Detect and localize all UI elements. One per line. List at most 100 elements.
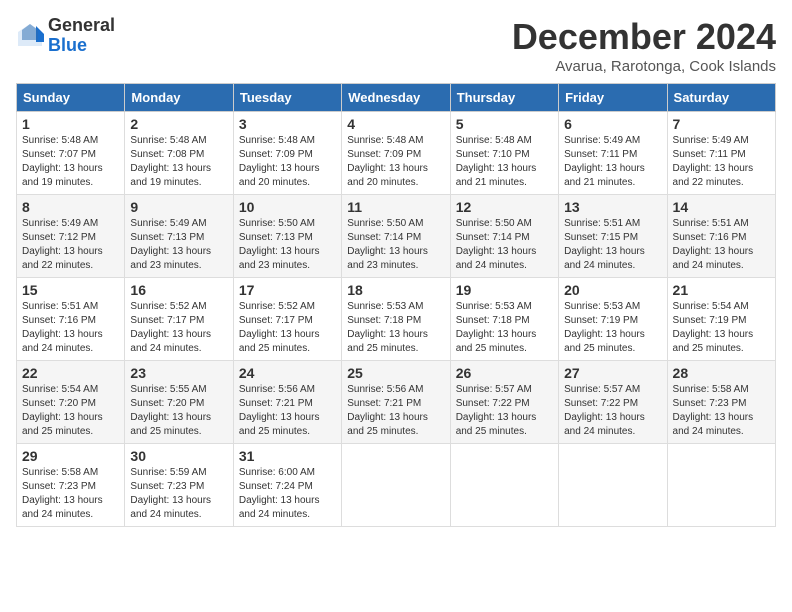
day-number: 3 (239, 116, 336, 132)
day-cell (342, 444, 450, 527)
day-cell: 4Sunrise: 5:48 AM Sunset: 7:09 PM Daylig… (342, 112, 450, 195)
day-info: Sunrise: 5:53 AM Sunset: 7:18 PM Dayligh… (347, 300, 444, 356)
header-cell-friday: Friday (559, 84, 667, 112)
day-cell: 11Sunrise: 5:50 AM Sunset: 7:14 PM Dayli… (342, 195, 450, 278)
day-cell: 29 Sunrise: 5:58 AM Sunset: 7:23 PM Dayli… (17, 444, 125, 527)
day-info: Sunrise: 5:56 AM Sunset: 7:21 PM Dayligh… (347, 383, 444, 439)
logo-text: General Blue (48, 16, 115, 56)
day-cell: 19 Sunrise: 5:53 AM Sunset: 7:18 PM Dayli… (450, 278, 558, 361)
day-cell: 21 Sunrise: 5:54 AM Sunset: 7:19 PM Dayli… (667, 278, 775, 361)
day-number: 22 (22, 365, 119, 381)
day-number: 5 (456, 116, 553, 132)
day-number: 21 (673, 282, 770, 298)
day-cell: 2Sunrise: 5:48 AM Sunset: 7:08 PM Daylig… (125, 112, 233, 195)
logo-icon (16, 22, 44, 50)
day-number: 23 (130, 365, 227, 381)
day-number: 31 (239, 448, 336, 464)
day-number: 18 (347, 282, 444, 298)
day-info: Sunrise: 5:53 AM Sunset: 7:18 PM Dayligh… (456, 300, 553, 356)
day-cell: 10 Sunrise: 5:50 AM Sunset: 7:13 PM Dayli… (233, 195, 341, 278)
header-cell-monday: Monday (125, 84, 233, 112)
location-subtitle: Avarua, Rarotonga, Cook Islands (512, 58, 776, 75)
day-info: Sunrise: 5:54 AM Sunset: 7:19 PM Dayligh… (673, 300, 770, 356)
month-title: December 2024 (512, 16, 776, 58)
day-number: 2 (130, 116, 227, 132)
day-info: Sunrise: 5:49 AM Sunset: 7:11 PM Dayligh… (564, 134, 661, 190)
page-header: General Blue December 2024 Avarua, Rarot… (16, 16, 776, 75)
header-cell-saturday: Saturday (667, 84, 775, 112)
day-cell: 26 Sunrise: 5:57 AM Sunset: 7:22 PM Dayli… (450, 361, 558, 444)
day-cell: 12 Sunrise: 5:50 AM Sunset: 7:14 PM Dayli… (450, 195, 558, 278)
day-cell: 3 Sunrise: 5:48 AM Sunset: 7:09 PM Daylig… (233, 112, 341, 195)
day-number: 25 (347, 365, 444, 381)
day-number: 14 (673, 199, 770, 215)
day-cell: 30Sunrise: 5:59 AM Sunset: 7:23 PM Dayli… (125, 444, 233, 527)
week-row: 1 Sunrise: 5:48 AM Sunset: 7:07 PM Daylig… (17, 112, 776, 195)
day-number: 4 (347, 116, 444, 132)
day-info: Sunrise: 5:49 AM Sunset: 7:11 PM Dayligh… (673, 134, 770, 190)
day-info: Sunrise: 5:48 AM Sunset: 7:09 PM Dayligh… (239, 134, 336, 190)
day-info: Sunrise: 5:51 AM Sunset: 7:15 PM Dayligh… (564, 217, 661, 273)
header-cell-sunday: Sunday (17, 84, 125, 112)
day-cell: 31 Sunrise: 6:00 AM Sunset: 7:24 PM Dayli… (233, 444, 341, 527)
day-cell: 23 Sunrise: 5:55 AM Sunset: 7:20 PM Dayli… (125, 361, 233, 444)
day-cell: 20Sunrise: 5:53 AM Sunset: 7:19 PM Dayli… (559, 278, 667, 361)
day-cell: 5 Sunrise: 5:48 AM Sunset: 7:10 PM Daylig… (450, 112, 558, 195)
day-number: 1 (22, 116, 119, 132)
day-info: Sunrise: 5:58 AM Sunset: 7:23 PM Dayligh… (673, 383, 770, 439)
day-number: 26 (456, 365, 553, 381)
logo-blue: Blue (48, 36, 115, 56)
day-info: Sunrise: 5:57 AM Sunset: 7:22 PM Dayligh… (564, 383, 661, 439)
header-cell-wednesday: Wednesday (342, 84, 450, 112)
day-number: 28 (673, 365, 770, 381)
day-cell: 1 Sunrise: 5:48 AM Sunset: 7:07 PM Daylig… (17, 112, 125, 195)
day-info: Sunrise: 5:58 AM Sunset: 7:23 PM Dayligh… (22, 466, 119, 522)
week-row: 29 Sunrise: 5:58 AM Sunset: 7:23 PM Dayli… (17, 444, 776, 527)
day-number: 13 (564, 199, 661, 215)
day-info: Sunrise: 5:50 AM Sunset: 7:14 PM Dayligh… (456, 217, 553, 273)
day-info: Sunrise: 5:50 AM Sunset: 7:13 PM Dayligh… (239, 217, 336, 273)
day-number: 29 (22, 448, 119, 464)
day-number: 12 (456, 199, 553, 215)
day-info: Sunrise: 5:48 AM Sunset: 7:10 PM Dayligh… (456, 134, 553, 190)
day-number: 15 (22, 282, 119, 298)
day-cell (450, 444, 558, 527)
day-number: 7 (673, 116, 770, 132)
day-number: 19 (456, 282, 553, 298)
day-cell: 7 Sunrise: 5:49 AM Sunset: 7:11 PM Daylig… (667, 112, 775, 195)
day-cell: 18 Sunrise: 5:53 AM Sunset: 7:18 PM Dayli… (342, 278, 450, 361)
logo: General Blue (16, 16, 115, 56)
day-info: Sunrise: 5:52 AM Sunset: 7:17 PM Dayligh… (239, 300, 336, 356)
day-info: Sunrise: 6:00 AM Sunset: 7:24 PM Dayligh… (239, 466, 336, 522)
day-cell: 22Sunrise: 5:54 AM Sunset: 7:20 PM Dayli… (17, 361, 125, 444)
logo-general: General (48, 16, 115, 36)
header-row: SundayMondayTuesdayWednesdayThursdayFrid… (17, 84, 776, 112)
day-cell: 6Sunrise: 5:49 AM Sunset: 7:11 PM Daylig… (559, 112, 667, 195)
day-info: Sunrise: 5:53 AM Sunset: 7:19 PM Dayligh… (564, 300, 661, 356)
day-cell: 15Sunrise: 5:51 AM Sunset: 7:16 PM Dayli… (17, 278, 125, 361)
day-number: 24 (239, 365, 336, 381)
day-cell: 13 Sunrise: 5:51 AM Sunset: 7:15 PM Dayli… (559, 195, 667, 278)
day-cell: 16Sunrise: 5:52 AM Sunset: 7:17 PM Dayli… (125, 278, 233, 361)
week-row: 22Sunrise: 5:54 AM Sunset: 7:20 PM Dayli… (17, 361, 776, 444)
day-info: Sunrise: 5:55 AM Sunset: 7:20 PM Dayligh… (130, 383, 227, 439)
day-number: 10 (239, 199, 336, 215)
week-row: 15Sunrise: 5:51 AM Sunset: 7:16 PM Dayli… (17, 278, 776, 361)
day-info: Sunrise: 5:50 AM Sunset: 7:14 PM Dayligh… (347, 217, 444, 273)
header-cell-tuesday: Tuesday (233, 84, 341, 112)
day-info: Sunrise: 5:49 AM Sunset: 7:12 PM Dayligh… (22, 217, 119, 273)
day-cell: 9Sunrise: 5:49 AM Sunset: 7:13 PM Daylig… (125, 195, 233, 278)
day-cell: 27 Sunrise: 5:57 AM Sunset: 7:22 PM Dayli… (559, 361, 667, 444)
day-info: Sunrise: 5:48 AM Sunset: 7:07 PM Dayligh… (22, 134, 119, 190)
day-info: Sunrise: 5:52 AM Sunset: 7:17 PM Dayligh… (130, 300, 227, 356)
day-number: 8 (22, 199, 119, 215)
day-number: 9 (130, 199, 227, 215)
day-cell: 17 Sunrise: 5:52 AM Sunset: 7:17 PM Dayli… (233, 278, 341, 361)
day-info: Sunrise: 5:56 AM Sunset: 7:21 PM Dayligh… (239, 383, 336, 439)
day-info: Sunrise: 5:57 AM Sunset: 7:22 PM Dayligh… (456, 383, 553, 439)
day-number: 17 (239, 282, 336, 298)
day-cell (559, 444, 667, 527)
day-info: Sunrise: 5:51 AM Sunset: 7:16 PM Dayligh… (673, 217, 770, 273)
day-info: Sunrise: 5:59 AM Sunset: 7:23 PM Dayligh… (130, 466, 227, 522)
day-number: 27 (564, 365, 661, 381)
